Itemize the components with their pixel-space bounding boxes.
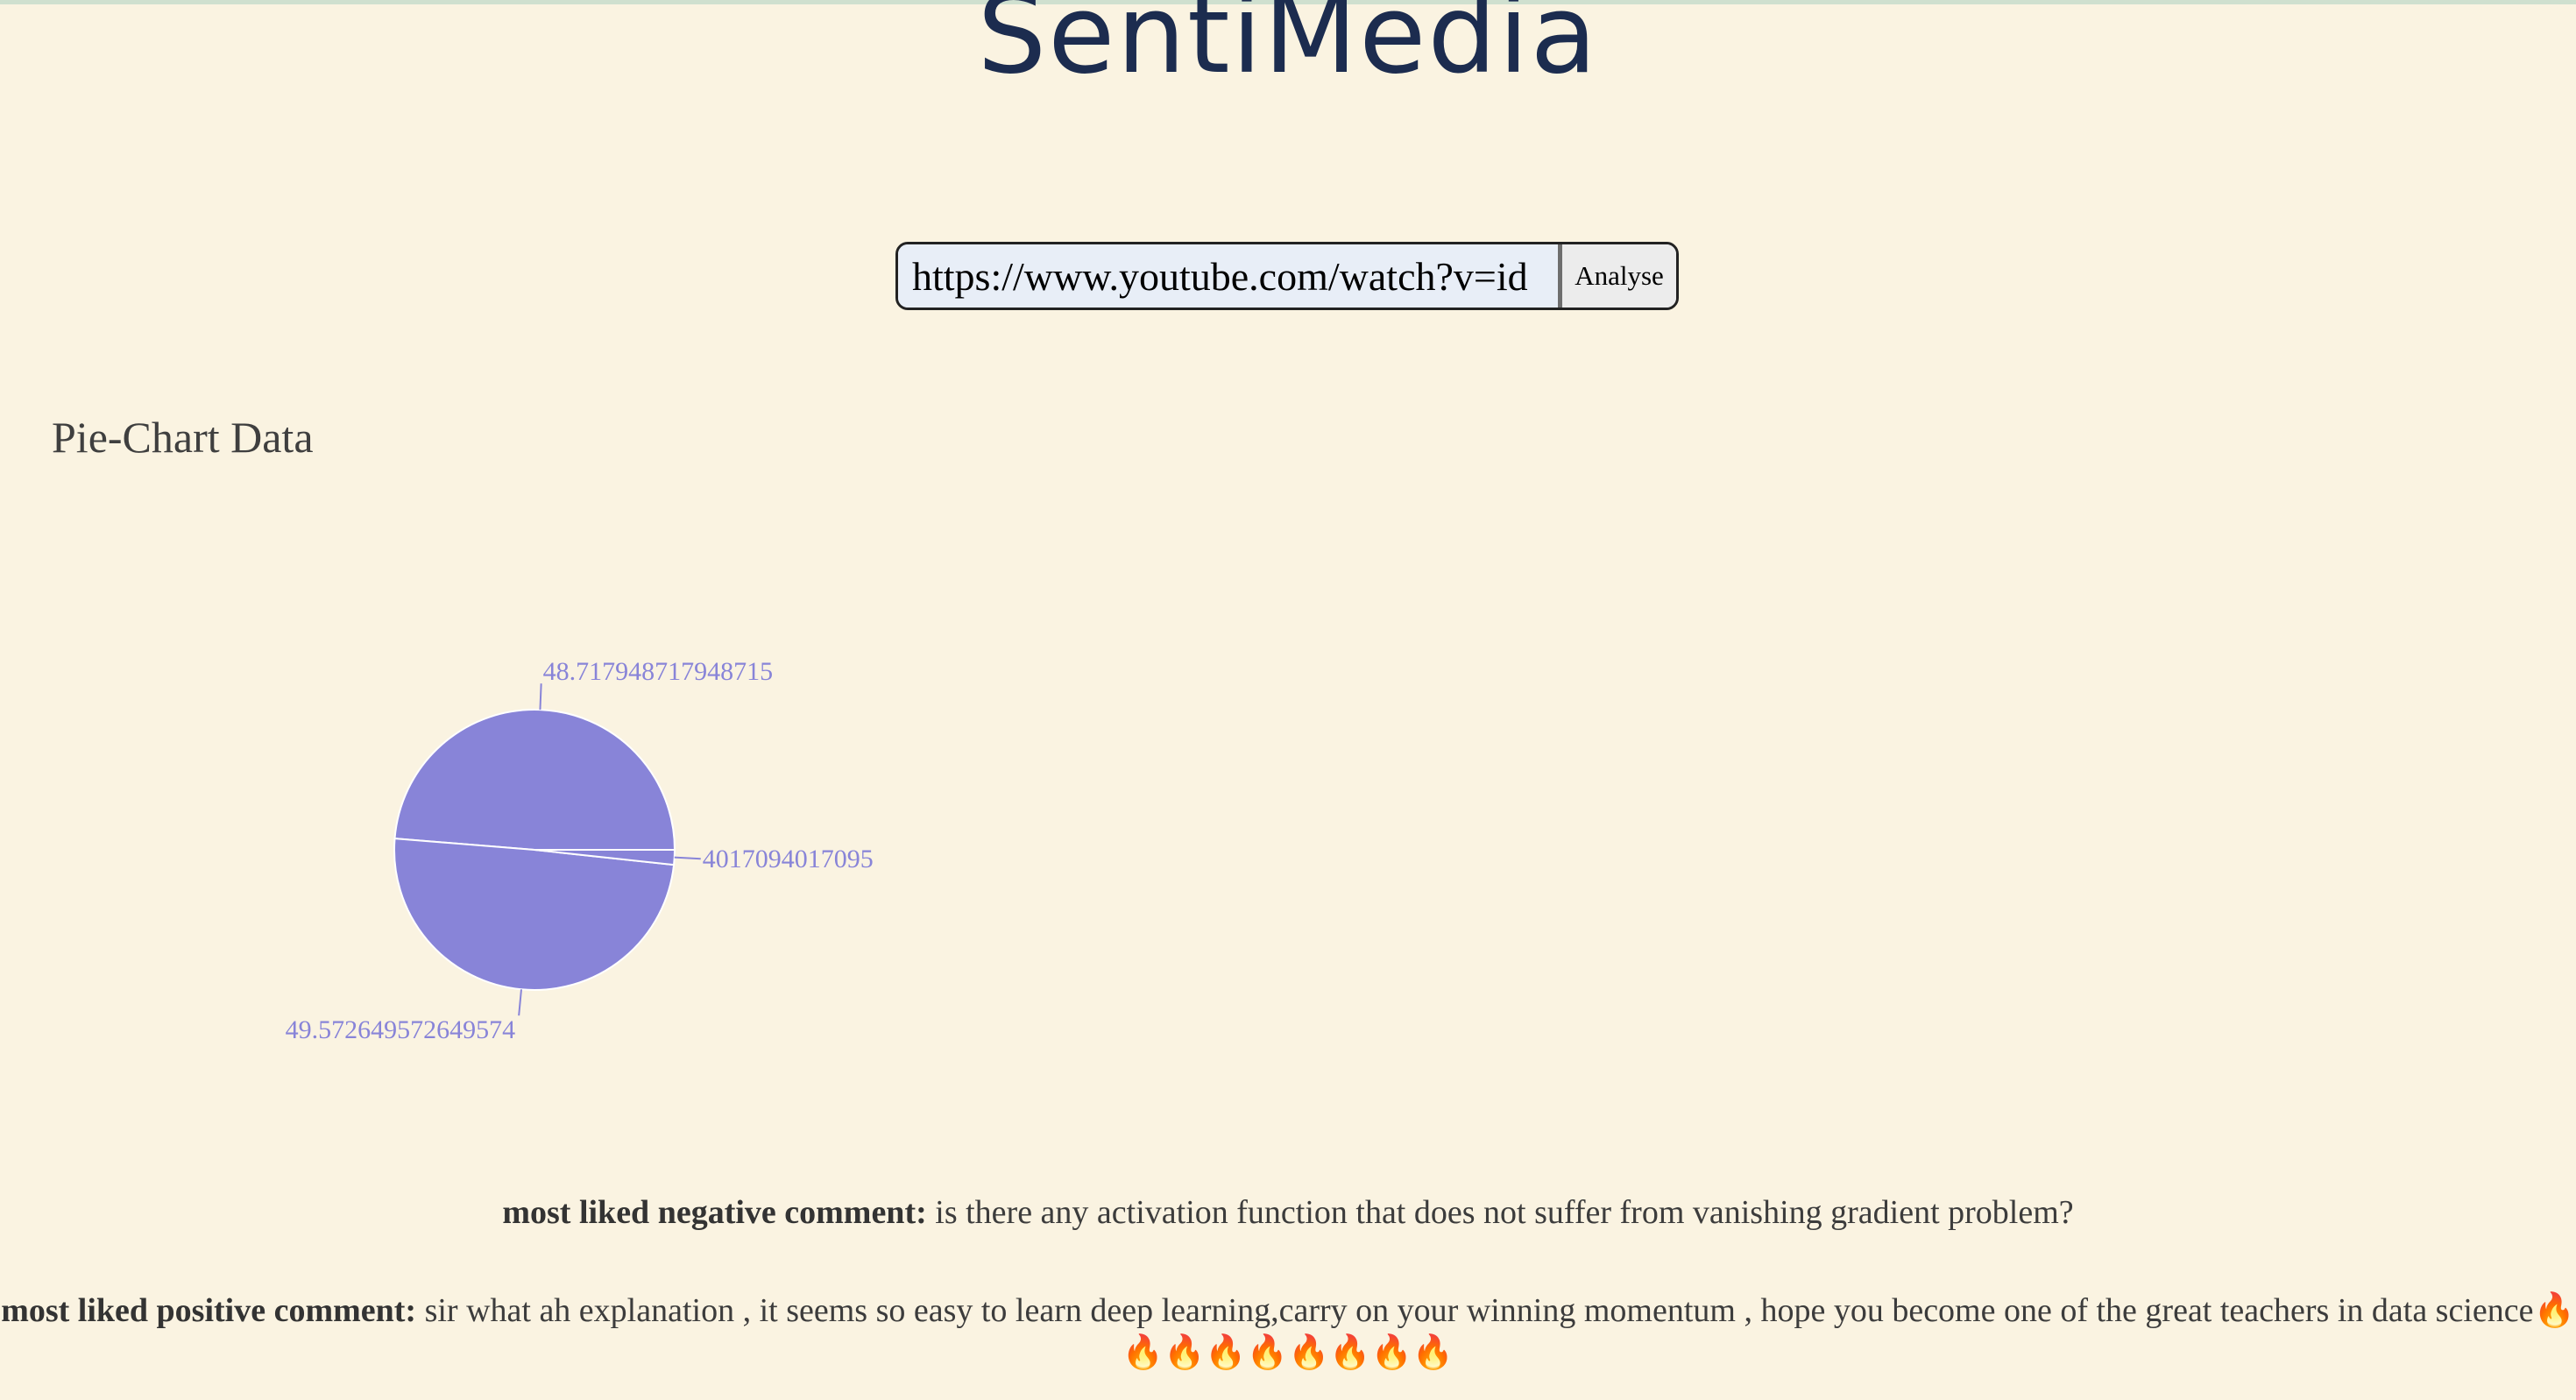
pie-label: 49.572649572649574 [286, 1015, 516, 1044]
positive-comment-text: sir what ah explanation , it seems so ea… [416, 1292, 2575, 1371]
positive-comment-label: most liked positive comment: [1, 1292, 417, 1329]
positive-comment: most liked positive comment: sir what ah… [0, 1290, 2576, 1374]
pie-slice[interactable] [393, 838, 676, 991]
pie-label-line [674, 856, 701, 860]
pie-label-line [518, 989, 522, 1016]
url-input[interactable] [898, 244, 1562, 308]
analyse-button[interactable]: Analyse [1562, 244, 1676, 308]
app-logo: SentiMedia [977, 0, 1599, 98]
section-title: Pie-Chart Data [52, 413, 314, 462]
pie-label: 4017094017095 [703, 845, 874, 873]
negative-comment-text: is there any activation function that do… [926, 1194, 2074, 1231]
pie-label-line [539, 683, 542, 711]
negative-comment-label: most liked negative comment: [502, 1194, 927, 1231]
pie-slice[interactable] [393, 709, 676, 851]
negative-comment: most liked negative comment: is there an… [0, 1191, 2576, 1234]
pie-chart: 48.717948717948715 49.572649572649574 4017… [286, 657, 874, 1044]
pie-label: 48.717948717948715 [543, 657, 774, 686]
search-form: Analyse [895, 242, 1679, 310]
